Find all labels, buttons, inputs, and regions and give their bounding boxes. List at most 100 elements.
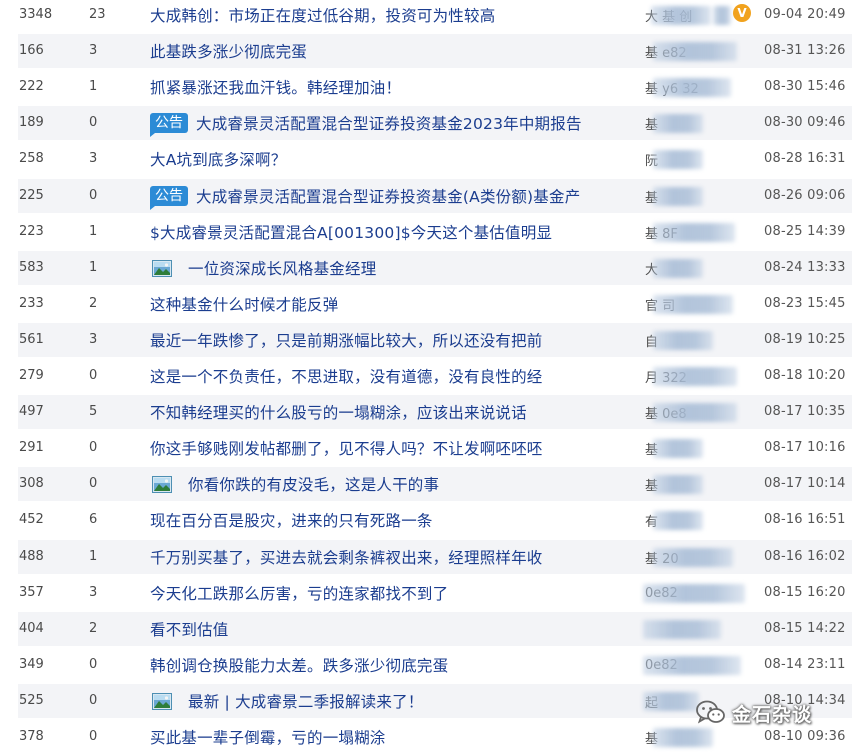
post-title-link[interactable]: 抓紧暴涨还我血汗钱。韩经理加油！ <box>150 76 401 98</box>
author-blur-mask <box>643 620 721 639</box>
table-row[interactable]: 166 3 此基跌多涨少彻底完蛋 基 e8208-31 13:26 <box>0 33 852 69</box>
table-row[interactable]: 225 0 公告 大成睿景灵活配置混合型证券投资基金(A类份额)基金产基 08-26 0… <box>0 178 852 214</box>
post-title-link[interactable]: 韩创调仓换股能力太差。跌多涨少彻底完蛋 <box>150 654 448 676</box>
table-row[interactable]: 279 0 这是一个不负责任，不思进取，没有道德，没有良性的经 月 32208-18 … <box>0 358 852 394</box>
post-time: 08-28 16:31 <box>764 151 846 166</box>
author-blur-mask <box>713 6 731 25</box>
post-title-link[interactable]: 最近一年跌惨了，只是前期涨幅比较大，所以还没有把前 <box>150 329 543 351</box>
post-title-link[interactable]: 此基跌多涨少彻底完蛋 <box>150 40 307 62</box>
author-cell[interactable]: 基 <box>643 178 761 214</box>
post-title-link[interactable]: $大成睿景灵活配置混合A[001300]$今天这个基估值明显 <box>150 221 552 243</box>
table-row[interactable]: 404 2 看不到估值 08-15 14:22 <box>0 611 852 647</box>
post-time: 08-25 14:39 <box>764 224 846 239</box>
read-count: 488 <box>19 549 44 564</box>
post-title-link[interactable]: 今天化工跌那么厉害，亏的连家都找不到了 <box>150 582 448 604</box>
post-title-cell: $大成睿景灵活配置混合A[001300]$今天这个基估值明显 <box>150 214 630 250</box>
table-row[interactable]: 308 0 你看你跌的有皮没毛，这是人干的事 基 08-17 10:14 <box>0 466 852 502</box>
post-title-link[interactable]: 不知韩经理买的什么股亏的一塌糊涂，应该出来说说话 <box>150 401 527 423</box>
post-title-link[interactable]: 你看你跌的有皮没毛，这是人干的事 <box>188 473 439 495</box>
table-row[interactable]: 497 5 不知韩经理买的什么股亏的一塌糊涂，应该出来说说话 基 0e808-17 1… <box>0 394 852 430</box>
author-blur-mask <box>651 6 711 25</box>
author-cell[interactable]: 基 <box>643 466 761 502</box>
post-title-link[interactable]: 买此基一辈子倒霉，亏的一塌糊涂 <box>150 726 386 748</box>
post-title-link[interactable]: 这是一个不负责任，不思进取，没有道德，没有良性的经 <box>150 365 543 387</box>
post-time: 08-17 10:16 <box>764 440 846 455</box>
table-row[interactable]: 3348 23 大成韩创：市场正在度过低谷期，投资可为性较高 大 基 创V09-04 … <box>0 0 852 33</box>
table-row[interactable]: 488 1 千万别买基了，买进去就会剩条裤衩出来，经理照样年收 基 2008-16 1… <box>0 539 852 575</box>
author-cell[interactable]: 大 <box>643 250 761 286</box>
table-row[interactable]: 258 3 大A坑到底多深啊？ 阮 08-28 16:31 <box>0 141 852 177</box>
author-cell[interactable]: 月 322 <box>643 358 761 394</box>
post-title-link[interactable]: 大成睿景灵活配置混合型证券投资基金2023年中期报告 <box>196 112 582 134</box>
table-row[interactable]: 189 0 公告 大成睿景灵活配置混合型证券投资基金2023年中期报告基 08-30 0… <box>0 105 852 141</box>
post-title-link[interactable]: 看不到估值 <box>150 618 229 640</box>
reply-count: 0 <box>89 440 98 455</box>
post-time: 08-18 10:20 <box>764 368 846 383</box>
post-title-link[interactable]: 大成韩创：市场正在度过低谷期，投资可为性较高 <box>150 4 495 26</box>
table-row[interactable]: 452 6 现在百分百是股灾，进来的只有死路一条 有 08-16 16:51 <box>0 502 852 538</box>
post-time: 08-16 16:02 <box>764 549 846 564</box>
author-cell[interactable] <box>643 611 761 647</box>
author-blur-mask <box>643 584 745 603</box>
author-blur-mask <box>653 223 735 242</box>
table-row[interactable]: 291 0 你这手够贱刚发帖都删了，见不得人吗？不让发啊呸呸呸 基 08-17 10:1… <box>0 430 852 466</box>
author-cell[interactable]: 基 0e8 <box>643 394 761 430</box>
read-count: 233 <box>19 296 44 311</box>
post-title-cell: 看不到估值 <box>150 611 630 647</box>
reply-count: 0 <box>89 657 98 672</box>
announcement-badge: 公告 <box>150 113 188 137</box>
watermark-text: 金石杂谈 <box>732 703 813 726</box>
author-cell[interactable]: 基 y6 32 <box>643 69 761 105</box>
post-title-link[interactable]: 大成睿景灵活配置混合型证券投资基金(A类份额)基金产 <box>196 185 580 207</box>
author-cell[interactable]: 基 e82 <box>643 33 761 69</box>
post-title-link[interactable]: 现在百分百是股灾，进来的只有死路一条 <box>150 509 433 531</box>
reply-count: 3 <box>89 151 98 166</box>
post-time: 08-24 13:33 <box>764 260 846 275</box>
forum-post-list: 334823大成韩创：市场正在度过低谷期，投资可为性较高大 基 创V09-04 … <box>0 0 852 749</box>
reply-count: 1 <box>89 549 98 564</box>
post-time: 08-16 16:51 <box>764 512 846 527</box>
post-time: 08-23 15:45 <box>764 296 846 311</box>
author-blur-mask <box>653 511 703 530</box>
image-post-icon <box>152 692 172 710</box>
author-cell[interactable]: 基 <box>643 430 761 466</box>
read-count: 497 <box>19 404 44 419</box>
author-cell[interactable]: 基 8F <box>643 214 761 250</box>
author-cell[interactable]: 0e82 <box>643 575 761 611</box>
table-row[interactable]: 233 2 这种基金什么时候才能反弹 官 司08-23 15:45 <box>0 286 852 322</box>
post-time: 08-17 10:35 <box>764 404 846 419</box>
table-row[interactable]: 583 1 一位资深成长风格基金经理 大 08-24 13:33 <box>0 250 852 286</box>
announcement-badge: 公告 <box>150 186 188 210</box>
author-cell[interactable]: 自 <box>643 322 761 358</box>
wechat-icon <box>696 700 725 724</box>
author-cell[interactable]: 大 基 创V <box>643 0 761 33</box>
read-count: 357 <box>19 585 44 600</box>
post-title-link[interactable]: 千万别买基了，买进去就会剩条裤衩出来，经理照样年收 <box>150 546 543 568</box>
post-title-link[interactable]: 大A坑到底多深啊？ <box>150 148 286 170</box>
post-time: 09-04 20:49 <box>764 7 846 22</box>
author-cell[interactable]: 0e82 <box>643 647 761 683</box>
reply-count: 0 <box>89 693 98 708</box>
table-row[interactable]: 349 0 韩创调仓换股能力太差。跌多涨少彻底完蛋 0e8208-14 23:11 <box>0 647 852 683</box>
author-blur-mask <box>653 42 737 61</box>
author-cell[interactable]: 基 <box>643 105 761 141</box>
author-cell[interactable]: 基 20 <box>643 539 761 575</box>
table-row[interactable]: 561 3 最近一年跌惨了，只是前期涨幅比较大，所以还没有把前 自 08-19 10:2… <box>0 322 852 358</box>
author-blur-mask <box>653 114 703 133</box>
author-cell[interactable]: 官 司 <box>643 286 761 322</box>
post-title-cell: 最新 | 大成睿景二季报解读来了！ <box>150 683 630 719</box>
post-time: 08-14 23:11 <box>764 657 846 672</box>
image-post-icon <box>152 475 172 493</box>
post-title-link[interactable]: 你这手够贱刚发帖都删了，见不得人吗？不让发啊呸呸呸 <box>150 437 543 459</box>
table-row[interactable]: 223 1 $大成睿景灵活配置混合A[001300]$今天这个基估值明显 基 8F08… <box>0 214 852 250</box>
post-time: 08-31 13:26 <box>764 43 846 58</box>
table-row[interactable]: 222 1 抓紧暴涨还我血汗钱。韩经理加油！ 基 y6 3208-30 15:46 <box>0 69 852 105</box>
table-row[interactable]: 357 3 今天化工跌那么厉害，亏的连家都找不到了 0e8208-15 16:20 <box>0 575 852 611</box>
post-title-link[interactable]: 这种基金什么时候才能反弹 <box>150 293 338 315</box>
post-title-link[interactable]: 一位资深成长风格基金经理 <box>188 257 376 279</box>
post-time: 08-19 10:25 <box>764 332 846 347</box>
author-cell[interactable]: 阮 <box>643 141 761 177</box>
post-title-link[interactable]: 最新 | 大成睿景二季报解读来了！ <box>188 690 423 712</box>
post-title-cell: 抓紧暴涨还我血汗钱。韩经理加油！ <box>150 69 630 105</box>
author-cell[interactable]: 有 <box>643 502 761 538</box>
